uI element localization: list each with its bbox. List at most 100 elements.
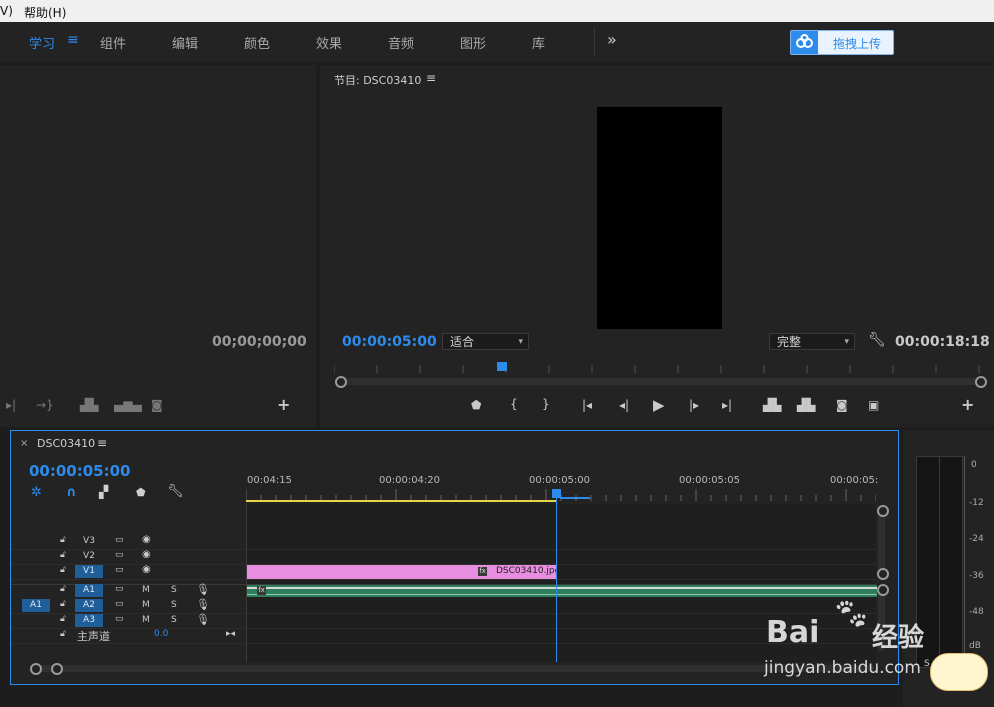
tab-editing[interactable]: 编辑 — [172, 33, 198, 52]
mute-button[interactable]: M — [142, 585, 150, 595]
overwrite-icon[interactable]: ▄▆▄ — [114, 398, 142, 412]
meter-scale-label: -24 — [969, 534, 984, 544]
linked-selection-icon[interactable]: ▞ — [99, 485, 108, 499]
mascot-icon — [930, 653, 988, 691]
scroll-handle[interactable] — [877, 568, 889, 580]
track-v2-label[interactable]: V2 — [75, 550, 103, 563]
sequence-menu-icon[interactable]: ≡ — [97, 436, 107, 450]
eye-icon[interactable]: ◉ — [142, 564, 151, 575]
mark-in-icon[interactable]: { — [510, 397, 518, 411]
step-forward-icon[interactable]: |▸ — [689, 398, 699, 412]
upload-button[interactable]: 拖拽上传 — [790, 30, 894, 55]
eye-icon[interactable]: ◉ — [142, 549, 151, 560]
film-icon[interactable]: ▭ — [115, 550, 124, 560]
mark-out-icon[interactable]: } — [542, 397, 550, 411]
tab-color[interactable]: 颜色 — [244, 33, 270, 52]
sync-lock-icon[interactable]: ▭ — [115, 614, 124, 624]
video-clip[interactable]: fx DSC03410.jpg — [247, 565, 560, 579]
export-frame-icon[interactable]: ◙ — [836, 398, 848, 412]
go-to-in-icon[interactable]: |◂ — [582, 398, 592, 412]
tab-libraries[interactable]: 库 — [532, 33, 545, 52]
go-to-out-icon[interactable]: ▸| — [722, 398, 732, 412]
track-a3-label[interactable]: A3 — [75, 614, 103, 627]
lock-icon[interactable]: 🔓︎ — [60, 535, 66, 545]
source-patch-a1[interactable]: A1 — [22, 599, 50, 612]
workspace-menu-icon[interactable]: ≡ — [67, 32, 79, 48]
zoom-scrollbar[interactable] — [338, 378, 978, 385]
video-vertical-scrollbar[interactable] — [878, 513, 885, 573]
step-back-icon[interactable]: ◂| — [619, 398, 629, 412]
add-marker-icon[interactable]: ⬟ — [136, 486, 146, 499]
add-marker-icon[interactable]: ⬟ — [471, 398, 481, 412]
program-current-time[interactable]: 00:00:05:00 — [342, 334, 437, 350]
fit-dropdown[interactable]: 适合 ▾ — [442, 333, 529, 350]
master-level[interactable]: 0.0 — [154, 629, 168, 639]
track-row-a1 — [11, 598, 876, 614]
add-button-icon[interactable]: + — [961, 395, 974, 414]
solo-button[interactable]: S — [171, 585, 177, 595]
lock-icon[interactable]: 🔓︎ — [60, 584, 66, 594]
wrench-icon[interactable]: 🔧︎ — [868, 332, 886, 348]
microphone-icon[interactable]: 🎙︎ — [196, 598, 210, 611]
lock-icon[interactable]: 🔓︎ — [60, 550, 66, 560]
zoom-handle-right[interactable] — [975, 376, 987, 388]
timeline-horizontal-scrollbar[interactable] — [34, 665, 874, 672]
tab-audio[interactable]: 音频 — [388, 33, 414, 52]
nest-sequence-icon[interactable]: ✲ — [31, 485, 42, 500]
lift-icon[interactable]: ▟▙ — [763, 398, 781, 412]
program-playhead[interactable] — [496, 362, 507, 371]
zoom-handle-left[interactable] — [30, 663, 42, 675]
menu-view[interactable]: V) — [0, 4, 13, 18]
scroll-handle[interactable] — [877, 505, 889, 517]
source-timecode[interactable]: 00;00;00;00 — [212, 334, 307, 350]
extract-icon[interactable]: ▟▙ — [797, 398, 815, 412]
work-area-bar[interactable] — [246, 500, 557, 502]
lock-icon[interactable]: 🔓︎ — [60, 599, 66, 609]
track-v1-label[interactable]: V1 — [75, 565, 103, 578]
track-row-a3 — [11, 628, 876, 644]
tab-learn[interactable]: 学习 — [29, 33, 55, 52]
lock-icon[interactable]: 🔓︎ — [60, 629, 66, 639]
sync-lock-icon[interactable]: ▭ — [115, 584, 124, 594]
close-icon[interactable]: × — [20, 438, 28, 449]
insert-clip-icon[interactable]: ▟▙ — [80, 398, 98, 412]
zoom-handle-right[interactable] — [51, 663, 63, 675]
export-frame-icon[interactable]: ◙ — [151, 398, 163, 412]
lock-icon[interactable]: 🔓︎ — [60, 565, 66, 575]
solo-button[interactable]: S — [171, 615, 177, 625]
play-in-to-out-icon[interactable]: ▸| — [6, 398, 16, 412]
compare-view-icon[interactable]: ▣ — [868, 398, 879, 412]
microphone-icon[interactable]: 🎙︎ — [196, 613, 210, 626]
program-menu-icon[interactable]: ≡ — [426, 71, 436, 85]
track-v3-label[interactable]: V3 — [75, 535, 103, 548]
eye-icon[interactable]: ◉ — [142, 534, 151, 545]
zoom-handle-left[interactable] — [335, 376, 347, 388]
timeline-timecode[interactable]: 00:00:05:00 — [29, 462, 131, 480]
sync-lock-icon[interactable]: ▭ — [115, 599, 124, 609]
mute-button[interactable]: M — [142, 615, 150, 625]
program-time-ruler[interactable] — [333, 363, 980, 375]
quality-dropdown[interactable]: 完整 ▾ — [769, 333, 855, 350]
track-a2-label[interactable]: A2 — [75, 599, 103, 612]
solo-button[interactable]: S — [171, 600, 177, 610]
lock-icon[interactable]: 🔓︎ — [60, 614, 66, 624]
upload-label: 拖拽上传 — [833, 37, 882, 51]
microphone-icon[interactable]: 🎙︎ — [196, 583, 210, 596]
film-icon[interactable]: ▭ — [115, 535, 124, 545]
chevron-down-icon: ▾ — [518, 337, 523, 347]
more-workspaces-button[interactable]: » — [607, 30, 617, 49]
menu-help[interactable]: 帮助(H) — [24, 4, 66, 21]
track-a1-label[interactable]: A1 — [75, 584, 103, 597]
film-icon[interactable]: ▭ — [115, 565, 124, 575]
tab-effects[interactable]: 效果 — [316, 33, 342, 52]
go-to-end-icon[interactable]: ▸◂ — [226, 629, 235, 639]
add-button-icon[interactable]: + — [277, 395, 290, 414]
snap-magnet-icon[interactable]: ∩ — [66, 485, 77, 500]
tab-assembly[interactable]: 组件 — [100, 33, 126, 52]
play-icon[interactable]: ▶ — [653, 396, 665, 414]
insert-icon[interactable]: →} — [36, 398, 54, 412]
wrench-icon[interactable]: 🔧︎ — [167, 484, 184, 499]
sequence-tab[interactable]: DSC03410 — [37, 437, 95, 450]
tab-graphics[interactable]: 图形 — [460, 33, 486, 52]
mute-button[interactable]: M — [142, 600, 150, 610]
